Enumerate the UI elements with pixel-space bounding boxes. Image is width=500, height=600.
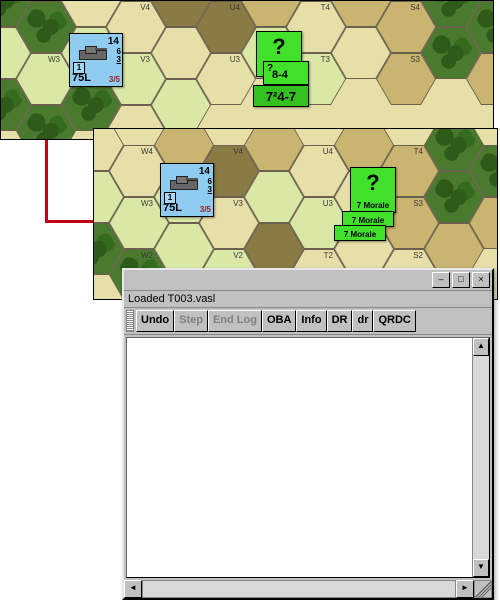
oba-button[interactable]: OBA bbox=[262, 310, 296, 332]
hex-label: U3 bbox=[230, 55, 240, 64]
morale-label: 7 Morale bbox=[335, 230, 385, 239]
blue-unit-counter[interactable]: 14 1 6 3 75L 3/5 bbox=[160, 163, 214, 217]
hex-label: T4 bbox=[321, 3, 330, 12]
scroll-track[interactable] bbox=[473, 356, 489, 559]
counter-ratio: 3/5 bbox=[109, 75, 120, 84]
toolbar: Undo Step End Log OBA Info DR dr QRDC bbox=[124, 307, 492, 335]
status-text: Loaded T003.vasl bbox=[124, 291, 492, 307]
tank-icon bbox=[166, 174, 200, 192]
counter-gun-label: 75L bbox=[163, 202, 182, 214]
tank-icon bbox=[75, 44, 109, 62]
hex-label: T2 bbox=[324, 251, 333, 260]
dr-upper-button[interactable]: DR bbox=[327, 310, 353, 332]
resize-grip[interactable] bbox=[474, 580, 492, 598]
hex-label: V4 bbox=[140, 3, 150, 12]
horizontal-scrollbar[interactable]: ◄ ► bbox=[124, 580, 492, 598]
map-view-1[interactable]: V4 U4 T4 S4 R4 W3 V3 U3 T3 S3 R3 14 bbox=[0, 0, 494, 140]
morale-label: 7 Morale bbox=[351, 201, 395, 210]
maximize-button[interactable]: □ bbox=[452, 272, 470, 288]
hex-label: V2 bbox=[233, 251, 243, 260]
hex-label: U4 bbox=[323, 147, 333, 156]
scroll-down-button[interactable]: ▼ bbox=[473, 559, 489, 577]
scroll-left-button[interactable]: ◄ bbox=[124, 580, 142, 598]
concealment-counter[interactable]: ? 7 Morale bbox=[350, 167, 396, 213]
undo-button[interactable]: Undo bbox=[136, 310, 174, 332]
squad-counter[interactable]: 7²4-7 bbox=[253, 85, 309, 107]
scroll-track[interactable] bbox=[142, 580, 456, 598]
toolbar-grip[interactable] bbox=[126, 310, 134, 332]
close-button[interactable]: × bbox=[472, 272, 490, 288]
hex-label: W2 bbox=[141, 251, 153, 260]
console-window[interactable]: – □ × Loaded T003.vasl Undo Step End Log… bbox=[122, 268, 494, 600]
hex-label: S3 bbox=[410, 55, 420, 64]
morale-counter[interactable]: 7 Morale bbox=[334, 225, 386, 241]
hex-label: W4 bbox=[141, 147, 153, 156]
counter-value-tr: 14 bbox=[199, 166, 210, 177]
hex-label: V3 bbox=[233, 199, 243, 208]
hex-label: W3 bbox=[48, 55, 60, 64]
vertical-scrollbar[interactable]: ▲ ▼ bbox=[472, 338, 489, 577]
morale-label: 7 Morale bbox=[343, 216, 393, 225]
question-icon: ? bbox=[351, 170, 395, 196]
minimize-button[interactable]: – bbox=[432, 272, 450, 288]
step-button[interactable]: Step bbox=[174, 310, 208, 332]
qrdc-button[interactable]: QRDC bbox=[373, 310, 415, 332]
counter-stats: 6 3 bbox=[117, 48, 121, 64]
blue-unit-counter[interactable]: 14 1 6 3 75L 3/5 bbox=[69, 33, 123, 87]
counter-stats: 6 3 bbox=[208, 178, 212, 194]
counter-value-tr: 14 bbox=[108, 36, 119, 47]
firepower-label: 8-4 bbox=[272, 69, 288, 81]
dr-lower-button[interactable]: dr bbox=[352, 310, 373, 332]
firepower-label: 7²4-7 bbox=[254, 89, 308, 104]
hex-label: T3 bbox=[321, 55, 330, 64]
hex-label: U4 bbox=[230, 3, 240, 12]
question-icon: ? bbox=[257, 34, 301, 60]
endlog-button[interactable]: End Log bbox=[208, 310, 262, 332]
info-button[interactable]: Info bbox=[296, 310, 326, 332]
hex-label: W3 bbox=[141, 199, 153, 208]
scroll-up-button[interactable]: ▲ bbox=[473, 338, 489, 356]
hex-label: V3 bbox=[140, 55, 150, 64]
squad-counter[interactable]: ? 8-4 bbox=[263, 61, 309, 85]
hex-label: S2 bbox=[413, 251, 423, 260]
scroll-right-button[interactable]: ► bbox=[456, 580, 474, 598]
hex-label: V4 bbox=[233, 147, 243, 156]
counter-ratio: 3/5 bbox=[200, 205, 211, 214]
hex-label: T4 bbox=[414, 147, 423, 156]
titlebar[interactable]: – □ × bbox=[124, 270, 492, 291]
counter-gun-label: 75L bbox=[72, 72, 91, 84]
log-area[interactable]: ▲ ▼ bbox=[126, 337, 490, 578]
map-canvas-1[interactable]: V4 U4 T4 S4 R4 W3 V3 U3 T3 S3 R3 14 bbox=[1, 1, 493, 139]
hex-label: S4 bbox=[410, 3, 420, 12]
hex-label: S3 bbox=[413, 199, 423, 208]
hex-label: U3 bbox=[323, 199, 333, 208]
